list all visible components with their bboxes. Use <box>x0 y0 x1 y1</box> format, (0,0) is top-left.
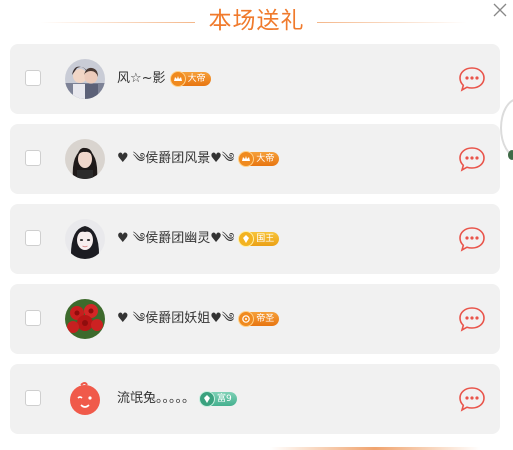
list-item[interactable]: 流氓兔。。。。。 富9 <box>10 364 500 434</box>
close-icon[interactable] <box>492 2 508 18</box>
rank-badge-label: 帝圣 <box>256 314 275 324</box>
select-checkbox[interactable] <box>25 310 41 326</box>
rank-badge: 国王 <box>238 231 280 247</box>
select-checkbox[interactable] <box>25 230 41 246</box>
select-checkbox[interactable] <box>25 70 41 86</box>
avatar[interactable] <box>65 379 105 419</box>
user-name-row: ♥ ༄侯爵团幽灵♥༄ 国王 <box>117 230 280 248</box>
chat-bubble-icon[interactable] <box>458 66 486 92</box>
chat-bubble-icon[interactable] <box>458 146 486 172</box>
chat-bubble-icon[interactable] <box>458 306 486 332</box>
rank-badge: 帝圣 <box>238 311 280 327</box>
avatar[interactable] <box>65 139 105 179</box>
crown-icon <box>238 151 255 167</box>
gem-icon <box>199 391 216 407</box>
gift-list-header: 本场送礼 <box>0 0 513 40</box>
user-name: 风☆~影 <box>117 71 166 86</box>
user-name: ♥ ༄侯爵团妖姐♥༄ <box>117 311 235 326</box>
emperor-icon <box>238 311 255 327</box>
chat-bubble-icon[interactable] <box>458 386 486 412</box>
chat-bubble-icon[interactable] <box>458 226 486 252</box>
diamond-icon <box>238 231 255 247</box>
avatar[interactable] <box>65 299 105 339</box>
side-panel-avatar-edge <box>500 98 513 158</box>
rank-badge-label: 国王 <box>256 234 275 244</box>
side-panel-dot <box>508 150 513 160</box>
crown-icon <box>169 71 186 87</box>
user-name-row: ♥ ༄侯爵团风景♥༄ 大帝 <box>117 150 280 168</box>
user-name: ♥ ༄侯爵团幽灵♥༄ <box>117 231 235 246</box>
user-name-row: ♥ ༄侯爵团妖姐♥༄ 帝圣 <box>117 310 280 328</box>
select-checkbox[interactable] <box>25 150 41 166</box>
user-name-row: 流氓兔。。。。。 富9 <box>117 390 237 408</box>
rank-badge-label: 大帝 <box>256 154 275 164</box>
rank-badge: 大帝 <box>169 71 211 87</box>
wealth-badge: 富9 <box>199 391 237 407</box>
list-item[interactable]: ♥ ༄侯爵团风景♥༄ 大帝 <box>10 124 500 194</box>
list-item[interactable]: ♥ ༄侯爵团妖姐♥༄ 帝圣 <box>10 284 500 354</box>
title-divider-right <box>317 22 467 23</box>
avatar[interactable] <box>65 59 105 99</box>
list-item[interactable]: ♥ ༄侯爵团幽灵♥༄ 国王 <box>10 204 500 274</box>
wealth-badge-label: 富9 <box>217 394 232 404</box>
page-title: 本场送礼 <box>208 8 305 34</box>
user-name: ♥ ༄侯爵团风景♥༄ <box>117 151 235 166</box>
user-name-row: 风☆~影 大帝 <box>117 70 211 88</box>
select-checkbox[interactable] <box>25 390 41 406</box>
rank-badge: 大帝 <box>238 151 280 167</box>
rank-badge-label: 大帝 <box>187 74 206 84</box>
user-name: 流氓兔。。。。。 <box>117 391 196 406</box>
list-item[interactable]: 风☆~影 大帝 <box>10 44 500 114</box>
avatar[interactable] <box>65 219 105 259</box>
